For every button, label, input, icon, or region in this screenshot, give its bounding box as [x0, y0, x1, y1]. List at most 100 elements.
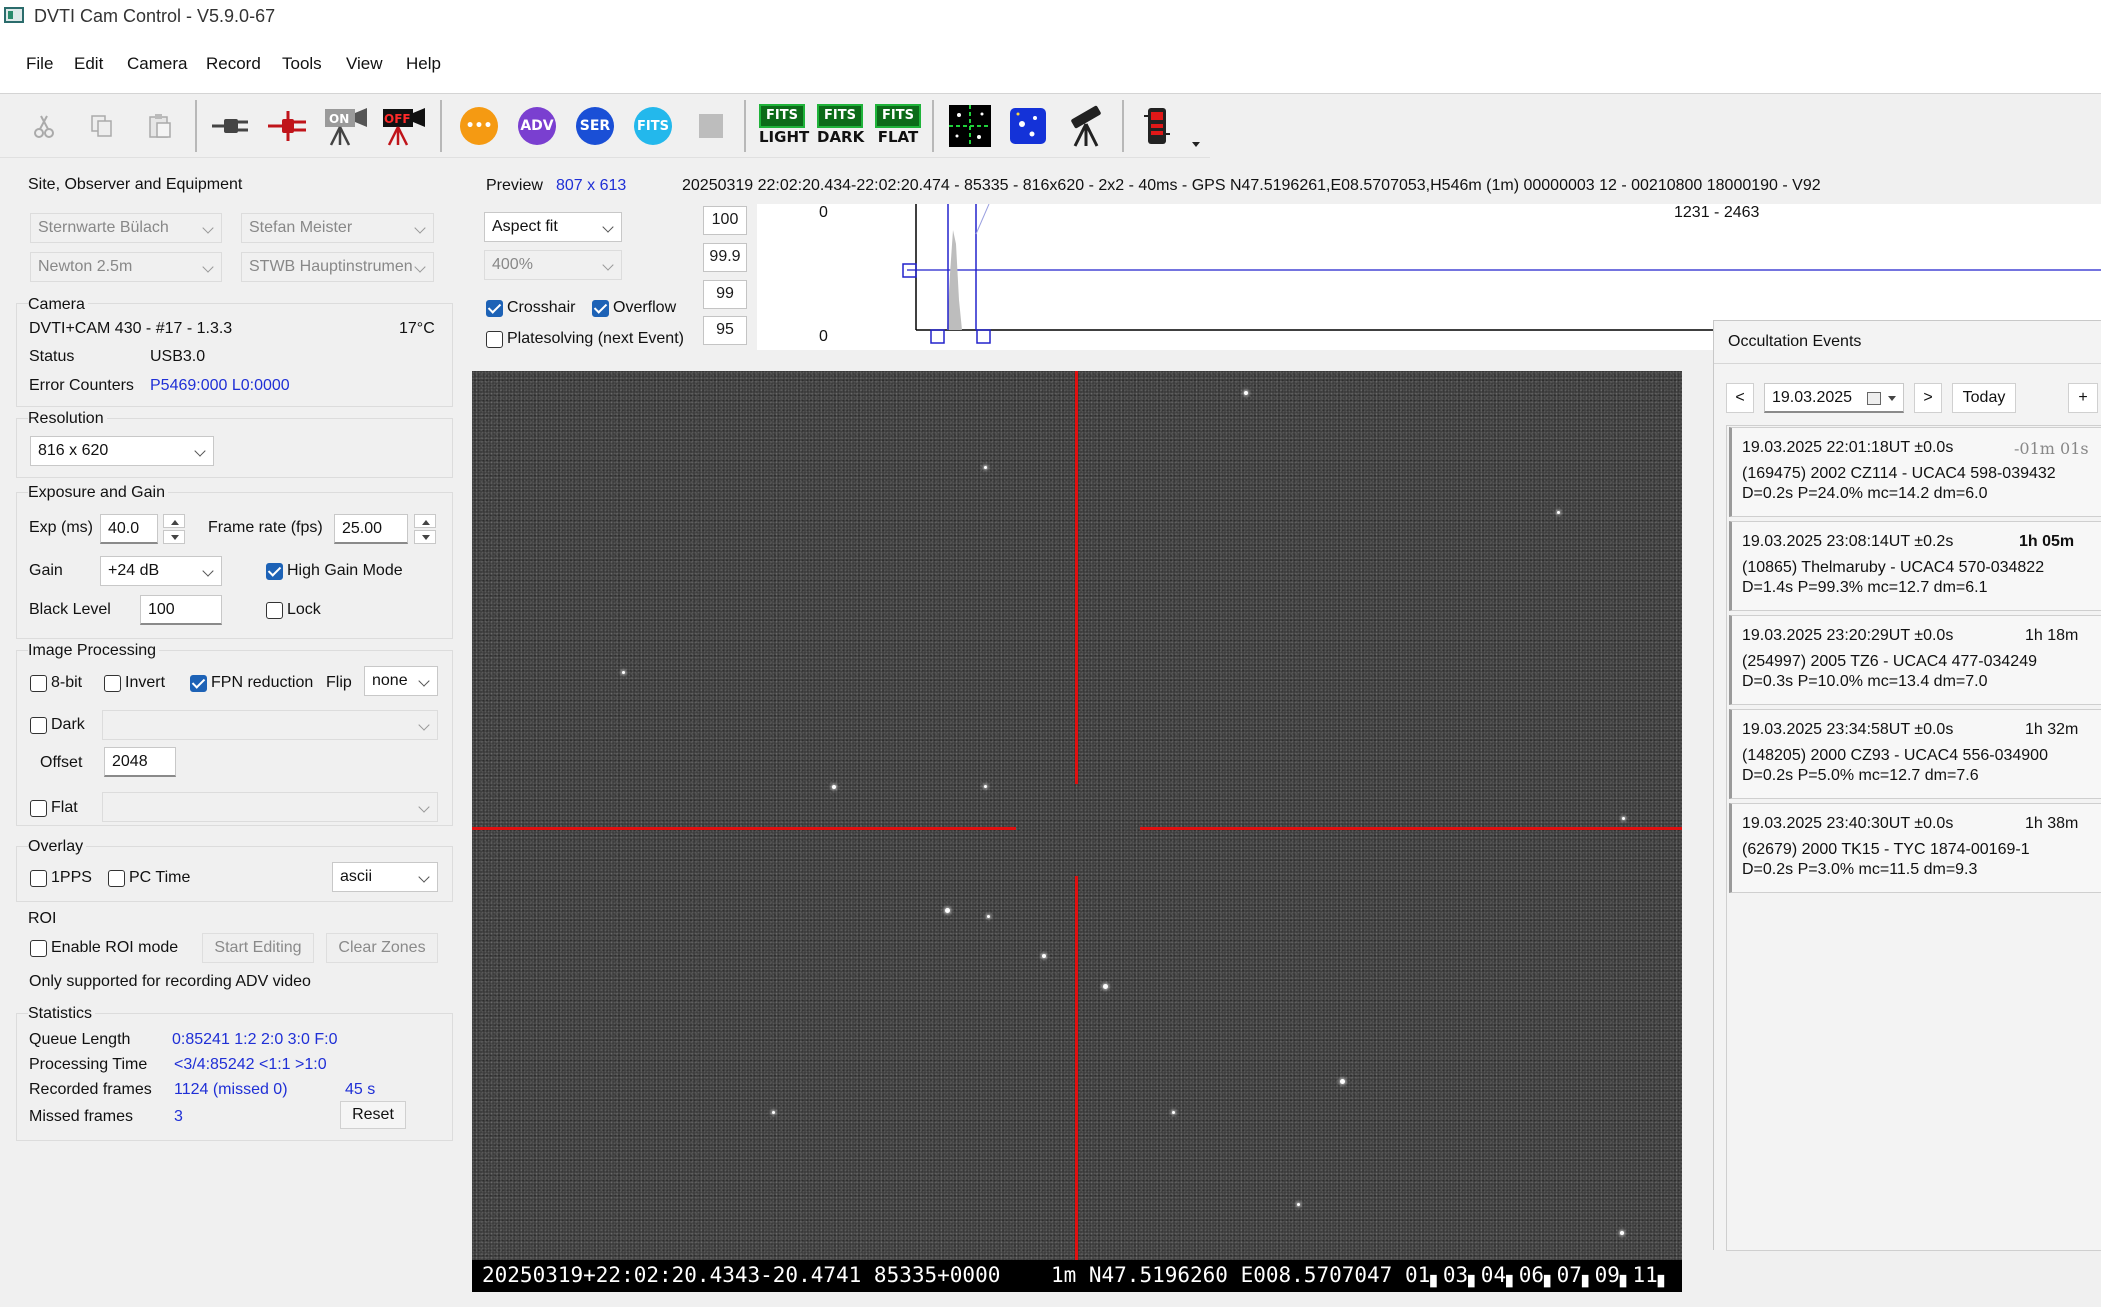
preview-label: Preview: [486, 177, 543, 194]
menu-edit[interactable]: Edit: [74, 54, 103, 74]
level-95-button[interactable]: 95: [703, 316, 747, 345]
gain-select[interactable]: +24 dB: [100, 556, 222, 586]
event-params: D=0.3s P=10.0% mc=13.4 dm=7.0: [1742, 673, 1988, 690]
resolution-select[interactable]: 816 x 620: [30, 436, 214, 466]
black-level-input[interactable]: 100: [140, 595, 222, 625]
panel-divider: [1714, 363, 2101, 364]
event-card[interactable]: 19.03.2025 23:20:29UT ±0.0s 1h 18m (2549…: [1729, 615, 2101, 705]
platesolve-button[interactable]: [1004, 102, 1052, 150]
fit-mode-select[interactable]: Aspect fit: [484, 212, 622, 242]
overlay-mode-select[interactable]: ascii: [332, 862, 438, 892]
fpn-reduction-checkbox[interactable]: FPN reduction: [190, 674, 313, 692]
exposure-input[interactable]: 40.0: [100, 514, 158, 544]
event-card[interactable]: 19.03.2025 23:40:30UT ±0.0s 1h 38m (6267…: [1729, 803, 2101, 893]
framerate-spinner[interactable]: [414, 514, 436, 544]
crosshair-checkbox[interactable]: Crosshair: [486, 299, 575, 317]
platesolving-checkbox[interactable]: Platesolving (next Event): [486, 330, 684, 348]
cut-button[interactable]: [20, 102, 68, 150]
paste-button[interactable]: [136, 102, 184, 150]
star: [945, 908, 950, 913]
flip-select[interactable]: none: [364, 666, 438, 696]
lock-checkbox[interactable]: Lock: [266, 601, 321, 619]
site-select[interactable]: Sternwarte Bülach: [30, 213, 222, 243]
dark-frame-select[interactable]: [102, 710, 438, 740]
high-gain-checkbox[interactable]: High Gain Mode: [266, 562, 403, 580]
menu-view[interactable]: View: [346, 54, 383, 74]
roi-group-title: ROI: [28, 910, 57, 927]
enable-roi-checkbox[interactable]: Enable ROI mode: [30, 939, 178, 957]
telescope-button[interactable]: [1062, 102, 1110, 150]
event-card[interactable]: 19.03.2025 23:34:58UT ±0.0s 1h 32m (1482…: [1729, 709, 2101, 799]
level-99-button[interactable]: 99: [703, 280, 747, 309]
record-more-button[interactable]: •••: [455, 102, 503, 150]
disconnect-button[interactable]: [264, 102, 312, 150]
1pps-checkbox[interactable]: 1PPS: [30, 869, 92, 887]
framerate-label: Frame rate (fps): [208, 519, 323, 536]
overlay-group-title: Overlay: [28, 838, 87, 856]
star: [1103, 984, 1108, 989]
gps-device-button[interactable]: [1133, 102, 1181, 150]
event-card[interactable]: 19.03.2025 23:08:14UT ±0.2s 1h 05m (1086…: [1729, 521, 2101, 611]
record-adv-button[interactable]: ADV: [513, 102, 561, 150]
dark-checkbox[interactable]: Dark: [30, 716, 85, 734]
start-editing-button[interactable]: Start Editing: [202, 933, 314, 963]
camera-preview-image[interactable]: 20250319+22:02:20.4343-20.4741 85335+000…: [472, 371, 1682, 1292]
event-params: D=1.4s P=99.3% mc=12.7 dm=6.1: [1742, 579, 1988, 596]
zoom-select[interactable]: 400%: [484, 250, 622, 280]
instrument-select[interactable]: STWB Hauptinstrumen: [241, 252, 434, 282]
telescope-select[interactable]: Newton 2.5m: [30, 252, 222, 282]
fits-dark-button[interactable]: FITS DARK: [816, 102, 864, 150]
date-input[interactable]: 19.03.2025: [1764, 383, 1904, 413]
error-counters-label: Error Counters: [29, 377, 134, 394]
copy-button[interactable]: [78, 102, 126, 150]
record-ser-button[interactable]: SER: [571, 102, 619, 150]
camera-off-button[interactable]: OFF: [380, 102, 428, 150]
toolbar: ON OFF ••• ADV SER FITS FITS LIGHT FITS DA…: [0, 94, 1210, 158]
event-countdown: 1h 32m: [2025, 721, 2079, 738]
fits-flat-button[interactable]: FITS FLAT: [874, 102, 922, 150]
flat-frame-select[interactable]: [102, 792, 438, 822]
reset-button[interactable]: Reset: [340, 1101, 406, 1129]
framerate-input[interactable]: 25.00: [334, 514, 408, 544]
calendar-icon[interactable]: [1867, 392, 1881, 405]
star-field-button[interactable]: [946, 102, 994, 150]
pc-time-checkbox[interactable]: PC Time: [108, 869, 190, 887]
exposure-spinner[interactable]: [163, 514, 185, 544]
connect-button[interactable]: [206, 102, 254, 150]
crosshair-vertical-bottom: [1075, 876, 1078, 1260]
toolbar-overflow-icon[interactable]: [1192, 142, 1200, 147]
record-fits-button[interactable]: FITS: [629, 102, 677, 150]
title-bar: DVTI Cam Control - V5.9.0-67: [0, 0, 2101, 34]
event-countdown: 1h 38m: [2025, 815, 2079, 832]
menu-file[interactable]: File: [26, 54, 53, 74]
8bit-checkbox[interactable]: 8-bit: [30, 674, 82, 692]
level-99-9-button[interactable]: 99.9: [703, 243, 747, 272]
crosshair-horizontal-left: [472, 827, 1016, 830]
menu-camera[interactable]: Camera: [127, 54, 187, 74]
event-object: (10865) Thelmaruby - UCAC4 570-034822: [1742, 559, 2045, 576]
offset-input[interactable]: 2048: [104, 747, 176, 777]
add-event-button[interactable]: +: [2068, 383, 2098, 413]
stop-button[interactable]: [687, 102, 735, 150]
clear-zones-button[interactable]: Clear Zones: [326, 933, 438, 963]
overflow-checkbox[interactable]: Overflow: [592, 299, 676, 317]
error-counters-value: P5469:000 L0:0000: [150, 377, 290, 394]
today-button[interactable]: Today: [1952, 383, 2016, 413]
site-group-title: Site, Observer and Equipment: [28, 176, 243, 193]
menu-record[interactable]: Record: [206, 54, 261, 74]
level-100-button[interactable]: 100: [703, 206, 747, 235]
next-date-button[interactable]: >: [1914, 383, 1942, 413]
event-card[interactable]: 19.03.2025 22:01:18UT ±0.0s -01m 01s (16…: [1729, 427, 2101, 517]
star: [987, 915, 990, 918]
flat-checkbox[interactable]: Flat: [30, 799, 78, 817]
camera-on-button[interactable]: ON: [322, 102, 370, 150]
fits-light-button[interactable]: FITS LIGHT: [758, 102, 809, 150]
menu-tools[interactable]: Tools: [282, 54, 322, 74]
stop-icon: [699, 114, 723, 138]
observer-select[interactable]: Stefan Meister: [241, 213, 434, 243]
invert-checkbox[interactable]: Invert: [104, 674, 165, 692]
menu-help[interactable]: Help: [406, 54, 441, 74]
plug-connect-icon: [212, 119, 248, 133]
prev-date-button[interactable]: <: [1726, 383, 1754, 413]
star: [1622, 817, 1625, 820]
